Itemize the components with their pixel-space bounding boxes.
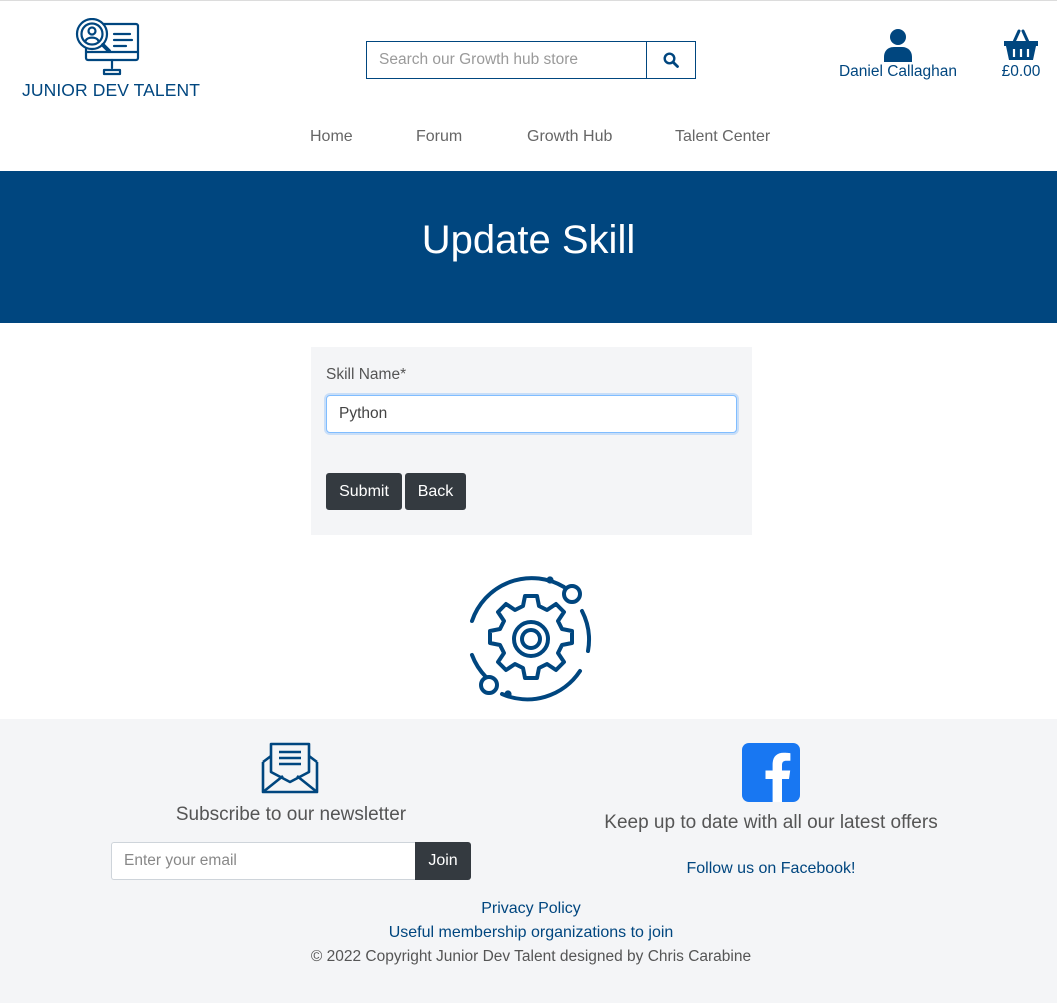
nav-talent-center[interactable]: Talent Center	[675, 128, 770, 146]
submit-button[interactable]: Submit	[326, 473, 402, 510]
brand-logo[interactable]: JUNIOR DEV TALENT	[22, 18, 201, 102]
nav-growth-hub[interactable]: Growth Hub	[527, 128, 612, 146]
talent-search-monitor-icon	[75, 18, 140, 76]
brand-name: JUNIOR DEV TALENT	[22, 80, 201, 100]
cart-total: £0.00	[1001, 63, 1041, 80]
top-border	[0, 0, 1057, 1]
newsletter-title: Subscribe to our newsletter	[175, 804, 407, 825]
privacy-policy-link[interactable]: Privacy Policy	[0, 900, 1057, 918]
gear-icon	[470, 576, 591, 702]
basket-icon	[1004, 29, 1038, 60]
back-button[interactable]: Back	[405, 473, 466, 510]
membership-orgs-link[interactable]: Useful membership organizations to join	[0, 924, 1057, 942]
page-banner: Update Skill	[0, 171, 1057, 323]
join-button[interactable]: Join	[415, 842, 471, 880]
site-footer: Subscribe to our newsletter Join Keep up…	[0, 719, 1057, 1003]
skill-name-label: Skill Name*	[326, 366, 407, 383]
facebook-icon[interactable]	[742, 743, 800, 802]
social-title: Keep up to date with all our latest offe…	[604, 812, 938, 833]
newsletter-email-input[interactable]	[111, 842, 415, 880]
facebook-link[interactable]: Follow us on Facebook!	[561, 860, 981, 878]
user-icon	[884, 29, 912, 62]
envelope-icon	[261, 742, 319, 794]
nav-home[interactable]: Home	[310, 128, 353, 146]
cart-link[interactable]: £0.00	[995, 28, 1047, 81]
update-skill-form: Skill Name* Submit Back	[311, 347, 752, 535]
account-name: Daniel Callaghan	[838, 63, 958, 80]
main-nav: Home Forum Growth Hub Talent Center	[0, 128, 1057, 150]
search-input[interactable]	[367, 42, 646, 78]
search-form	[366, 41, 696, 79]
page-title: Update Skill	[421, 218, 636, 262]
newsletter-form: Join	[111, 842, 471, 880]
account-link[interactable]: Daniel Callaghan	[833, 28, 963, 81]
copyright-text: © 2022 Copyright Junior Dev Talent desig…	[310, 948, 752, 965]
nav-forum[interactable]: Forum	[416, 128, 462, 146]
search-button[interactable]	[646, 42, 695, 78]
skill-name-input[interactable]	[326, 395, 737, 433]
search-icon	[663, 52, 679, 68]
